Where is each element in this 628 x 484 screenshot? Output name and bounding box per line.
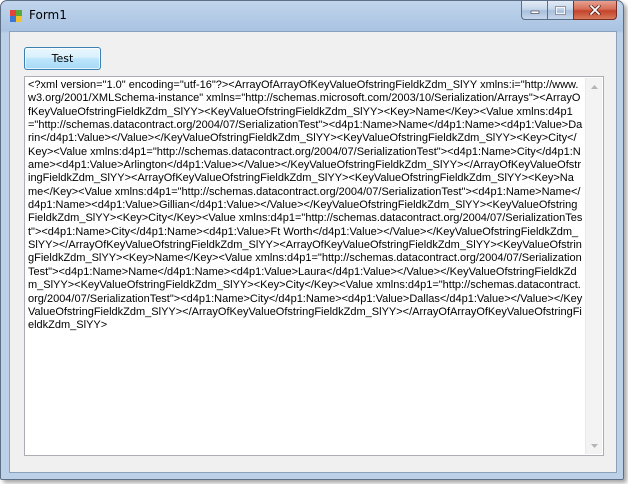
scroll-down-button[interactable] [586, 437, 602, 454]
form1-window: Form1 Test <?xml version="1.0" encoding=… [0, 0, 624, 480]
test-button[interactable]: Test [24, 47, 101, 70]
minimize-icon [530, 10, 539, 14]
output-textbox[interactable]: <?xml version="1.0" encoding="utf-16"?><… [24, 76, 604, 456]
vertical-scrollbar[interactable] [585, 78, 602, 454]
scroll-up-button[interactable] [586, 78, 602, 95]
close-button[interactable] [573, 1, 617, 20]
window-title: Form1 [29, 8, 67, 22]
minimize-button[interactable] [521, 1, 547, 20]
scroll-up-arrow-icon [590, 84, 598, 89]
app-icon [10, 10, 22, 22]
scroll-down-arrow-icon [590, 443, 598, 448]
caption-buttons [521, 1, 617, 20]
form-client-area: Test <?xml version="1.0" encoding="utf-1… [9, 31, 617, 473]
maximize-button[interactable] [547, 1, 573, 20]
maximize-icon [555, 5, 566, 15]
xml-output-text[interactable]: <?xml version="1.0" encoding="utf-16"?><… [27, 79, 583, 453]
close-icon [589, 5, 601, 15]
title-bar[interactable]: Form1 [1, 1, 623, 31]
